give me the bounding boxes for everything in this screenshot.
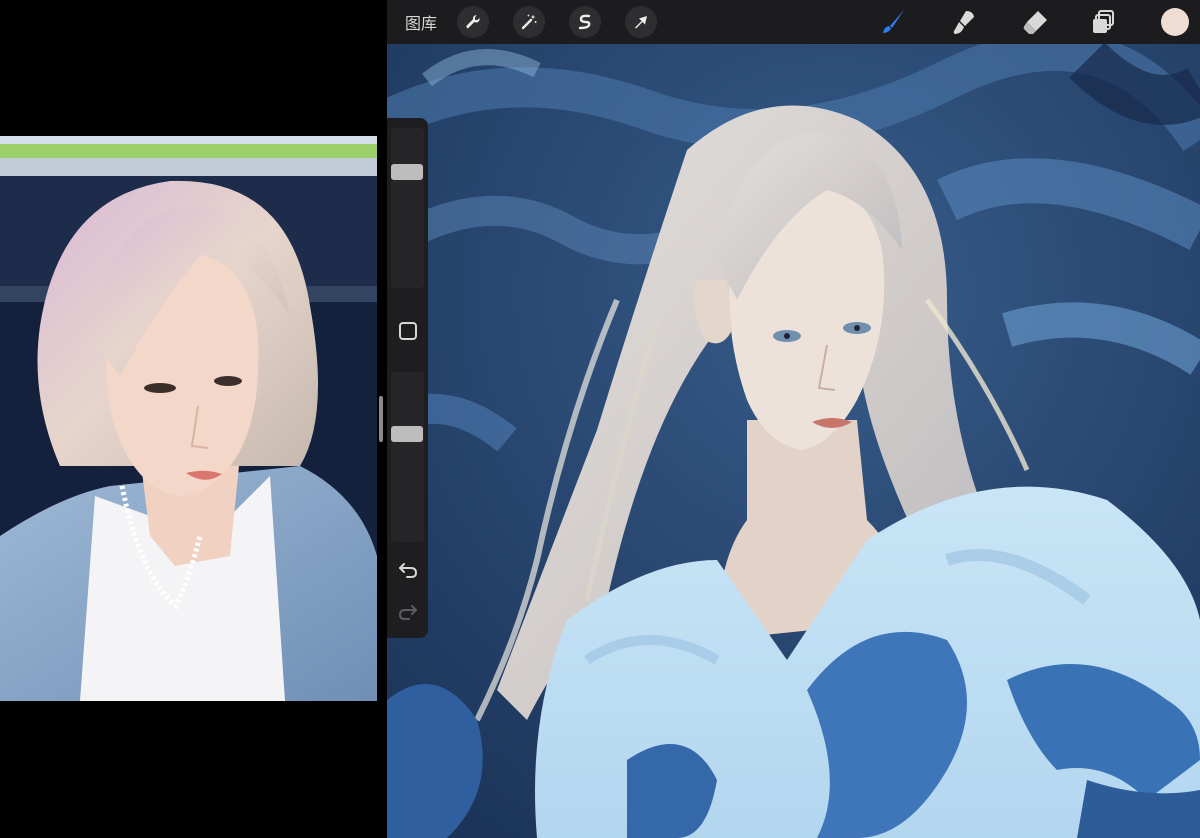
transform-button[interactable]: [625, 6, 658, 38]
layers-button[interactable]: [1088, 6, 1120, 38]
actions-button[interactable]: [457, 6, 490, 38]
smudge-icon: [953, 11, 974, 34]
gallery-button[interactable]: 图库: [405, 10, 437, 34]
painting: [387, 0, 1200, 838]
redo-button[interactable]: [395, 598, 421, 624]
sidebar: [387, 118, 428, 638]
transform-arrow-icon: [635, 16, 648, 29]
selection-icon: [578, 14, 591, 30]
redo-icon: [398, 605, 417, 620]
eraser-button[interactable]: [1020, 6, 1052, 38]
reference-photo-illustration: [0, 136, 377, 701]
reference-panel: [0, 0, 385, 838]
drawing-canvas[interactable]: [387, 0, 1200, 838]
eraser-icon: [1023, 11, 1047, 34]
wrench-icon: [466, 14, 480, 29]
brush-size-slider-thumb[interactable]: [391, 164, 423, 180]
undo-icon: [399, 563, 418, 578]
top-toolbar: 图库: [387, 0, 1200, 44]
modify-square-icon: [399, 322, 417, 340]
modify-button[interactable]: [395, 318, 421, 344]
brush-icon: [883, 10, 904, 33]
layers-icon: [1093, 10, 1114, 33]
adjustments-button[interactable]: [513, 6, 546, 38]
smudge-button[interactable]: [948, 6, 980, 38]
reference-photo: [0, 136, 377, 701]
brush-button[interactable]: [877, 6, 909, 38]
opacity-slider-thumb[interactable]: [391, 426, 423, 442]
opacity-slider[interactable]: [391, 372, 424, 542]
selection-button[interactable]: [569, 6, 602, 38]
split-view-divider-handle[interactable]: [379, 396, 383, 442]
procreate-app: 图库: [387, 0, 1200, 838]
color-picker-swatch[interactable]: [1161, 8, 1189, 36]
magic-wand-icon: [521, 14, 537, 30]
brush-size-slider[interactable]: [391, 128, 424, 288]
undo-button[interactable]: [395, 556, 421, 582]
